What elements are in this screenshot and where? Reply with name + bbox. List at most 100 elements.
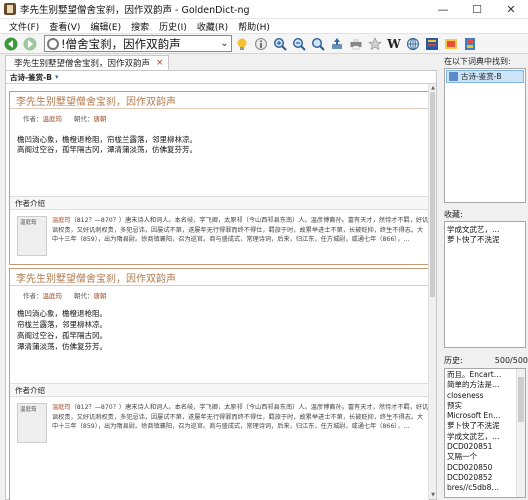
- export-icon[interactable]: [329, 36, 345, 52]
- menu-view[interactable]: 查看(V): [44, 20, 85, 33]
- forward-icon[interactable]: [22, 36, 38, 52]
- menu-bar: 文件(F) 查看(V) 编辑(E) 搜索 历史(I) 收藏(R) 帮助(H): [0, 19, 528, 34]
- history-item[interactable]: 简单的方法是…: [447, 380, 525, 390]
- scrollbar-thumb[interactable]: [430, 92, 435, 297]
- poem-line: 潭清蒲淡荡，仿佛复芬芳。: [17, 342, 107, 351]
- poem-line: 帘栊兰露落，邻里柳林凉。: [17, 320, 107, 329]
- bio-name[interactable]: 温庭筠: [52, 404, 71, 411]
- dynasty-link[interactable]: 唐朝: [94, 115, 107, 123]
- chevron-down-icon[interactable]: ⌄: [218, 38, 231, 49]
- author-portrait: 温庭筠: [17, 403, 47, 443]
- article-entry: 李先生别墅望僧舍宝刹，因作双韵声 作者：温庭筠 朝代：唐朝 檐凹淌心象，檐橙退枪阻…: [9, 268, 430, 500]
- history-item[interactable]: 又隔一个: [447, 452, 525, 462]
- lightbulb-icon[interactable]: [234, 36, 250, 52]
- article-entry: 李先生别墅望僧舍宝刹，因作双韵声 作者：温庭筠 朝代：唐朝 檐凹淌心象，檐橙退枪阻…: [9, 91, 430, 265]
- author-label: 作者：: [23, 115, 43, 123]
- history-item[interactable]: 而且。Encart…: [447, 370, 525, 380]
- dictionary-icon[interactable]: [424, 36, 440, 52]
- history-item[interactable]: bres//c5db8…: [447, 483, 525, 493]
- menu-file[interactable]: 文件(F): [4, 20, 44, 33]
- poem-line: 高阁过空谷，孤竿隔古冈，潭清蒲淡荡，仿佛复芬芳。: [17, 145, 197, 154]
- scroll-up-icon[interactable]: ▲: [429, 84, 437, 92]
- bio-text: 温庭筠（812？—870？）唐末诗人和词人。本名岐，字飞卿，太原祁（今山西祁县东…: [47, 403, 429, 443]
- menu-favorites[interactable]: 收藏(R): [192, 20, 233, 33]
- history-scrollbar[interactable]: [516, 369, 525, 497]
- article-scrollbar[interactable]: ▲ ▼: [428, 84, 436, 499]
- found-in-item-label: 古诗-鉴赏-B: [461, 72, 502, 81]
- poem-line: 高阁过空谷，孤竿隔古冈。: [17, 331, 107, 340]
- found-in-label: 在以下词典中找到:: [444, 56, 511, 66]
- entry-meta: 作者：温庭筠 朝代：唐朝: [10, 286, 429, 300]
- window-title: 李先生别墅望僧舍宝刹，因作双韵声 - GoldenDict-ng: [20, 5, 250, 16]
- author-bio: 温庭筠 温庭筠（812？—870？）唐末诗人和词人。本名岐，字飞卿，太原祁（今山…: [17, 216, 429, 256]
- network-icon[interactable]: [405, 36, 421, 52]
- favorite-item[interactable]: 学成文武艺，…: [447, 225, 525, 235]
- scroll-down-icon[interactable]: ▼: [429, 491, 437, 499]
- history-item[interactable]: 萝卜快了不洗泥: [447, 421, 525, 431]
- entry-title: 李先生别墅望僧舍宝刹，因作双韵声: [10, 269, 429, 286]
- zoom-out-icon[interactable]: [291, 36, 307, 52]
- bio-body: （812？—870？）唐末诗人和词人。本名岐，字飞卿，太原祁（今山西祁县东南）人…: [52, 404, 429, 431]
- minimize-button[interactable]: —: [426, 0, 460, 19]
- history-item[interactable]: DCD020852: [447, 473, 525, 483]
- tab-close-icon[interactable]: ×: [156, 58, 164, 68]
- history-item[interactable]: 预实: [447, 401, 525, 411]
- history-count: 500/500: [494, 355, 528, 365]
- menu-help[interactable]: 帮助(H): [233, 20, 275, 33]
- dynasty-link[interactable]: 唐朝: [94, 292, 107, 300]
- article-view: 古诗-鉴赏-B ▾ 李先生别墅望僧舍宝刹，因作双韵声 作者：温庭筠 朝代：唐朝 檐…: [5, 70, 437, 500]
- chevron-down-icon[interactable]: ▾: [55, 73, 59, 81]
- history-item[interactable]: Microsoft En…: [447, 411, 525, 421]
- side-panels: 在以下词典中找到: 古诗-鉴赏-B 收藏: 学成文武艺，… 萝卜快了不洗泥 历史…: [441, 55, 528, 500]
- menu-edit[interactable]: 编辑(E): [85, 20, 126, 33]
- history-items: 而且。Encart… 简单的方法是… closeness 预实 Microsof…: [445, 369, 525, 494]
- print-icon[interactable]: [348, 36, 364, 52]
- tab-article[interactable]: 李先生别墅望僧舍宝刹，因作双韵声 ×: [5, 55, 169, 70]
- favorite-item[interactable]: 萝卜快了不洗泥: [447, 235, 525, 245]
- history-item[interactable]: DCD020850: [447, 463, 525, 473]
- history-item[interactable]: closeness: [447, 391, 525, 401]
- poem-line: 檐凹淌心象，檐橙退枪阻。: [17, 309, 107, 318]
- bio-text: 温庭筠（812？—870？）唐末诗人和词人。本名岐，字飞卿，太原祁（今山西祁县东…: [47, 216, 429, 256]
- search-combobox[interactable]: !僧舍宝刹，因作双韵声 ⌄: [44, 35, 232, 52]
- bio-name[interactable]: 温庭筠: [52, 217, 71, 224]
- main-area: 李先生别墅望僧舍宝刹，因作双韵声 × 古诗-鉴赏-B ▾ 李先生别墅望僧舍宝刹，…: [5, 55, 437, 500]
- maximize-button[interactable]: ☐: [460, 0, 494, 19]
- dictionary-name: 古诗-鉴赏-B: [10, 72, 52, 82]
- author-link[interactable]: 温庭筠: [43, 292, 63, 300]
- close-button[interactable]: ✕: [494, 0, 528, 19]
- dictionary-header[interactable]: 古诗-鉴赏-B ▾: [6, 71, 436, 84]
- author-bio: 温庭筠 温庭筠（812？—870？）唐末诗人和词人。本名岐，字飞卿，太原祁（今山…: [17, 403, 429, 443]
- history-item[interactable]: DCD020851: [447, 442, 525, 452]
- found-in-item[interactable]: 古诗-鉴赏-B: [446, 70, 524, 83]
- portrait-caption: 温庭筠: [20, 220, 37, 226]
- poem-text: 檐凹淌心象，檐橙退枪阻，帘栊兰露落，邻里柳林凉。 高阁过空谷，孤竿隔古冈，潭清蒲…: [10, 123, 429, 155]
- wikipedia-icon[interactable]: W: [386, 36, 402, 52]
- menu-search[interactable]: 搜索: [126, 20, 154, 33]
- tab-label: 李先生别墅望僧舍宝刹，因作双韵声: [14, 59, 151, 69]
- search-input[interactable]: !僧舍宝刹，因作双韵声: [61, 36, 218, 52]
- info-icon[interactable]: [253, 36, 269, 52]
- bio-body: （812？—870？）唐末诗人和词人。本名岐，字飞卿，太原祁（今山西祁县东南）人…: [52, 217, 429, 244]
- zoom-reset-icon[interactable]: [310, 36, 326, 52]
- poem-line: 檐凹淌心象，檐橙退枪阻，帘栊兰露落，邻里柳林凉。: [17, 135, 197, 144]
- found-in-list: 古诗-鉴赏-B: [444, 68, 526, 203]
- scrollbar-thumb[interactable]: [518, 377, 524, 422]
- history-header: 历史: 500/500: [444, 354, 528, 366]
- history-item[interactable]: 学成文武艺，…: [447, 432, 525, 442]
- title-bar: 李先生别墅望僧舍宝刹，因作双韵声 - GoldenDict-ng — ☐ ✕: [0, 0, 528, 19]
- favorites-label: 收藏:: [444, 209, 463, 219]
- zoom-in-icon[interactable]: [272, 36, 288, 52]
- history-list: 而且。Encart… 简单的方法是… closeness 预实 Microsof…: [444, 368, 526, 498]
- toolbar: !僧舍宝刹，因作双韵声 ⌄ W: [0, 34, 528, 54]
- search-icon: [47, 37, 59, 50]
- back-icon[interactable]: [3, 36, 19, 52]
- author-link[interactable]: 温庭筠: [43, 115, 63, 123]
- favorites-list: 学成文武艺，… 萝卜快了不洗泥: [444, 221, 526, 348]
- app-book-icon: [4, 3, 16, 15]
- image-icon[interactable]: [443, 36, 459, 52]
- favorite-star-icon[interactable]: [367, 36, 383, 52]
- book-icon[interactable]: [462, 36, 478, 52]
- dynasty-label: 朝代：: [74, 115, 94, 123]
- menu-history[interactable]: 历史(I): [154, 20, 192, 33]
